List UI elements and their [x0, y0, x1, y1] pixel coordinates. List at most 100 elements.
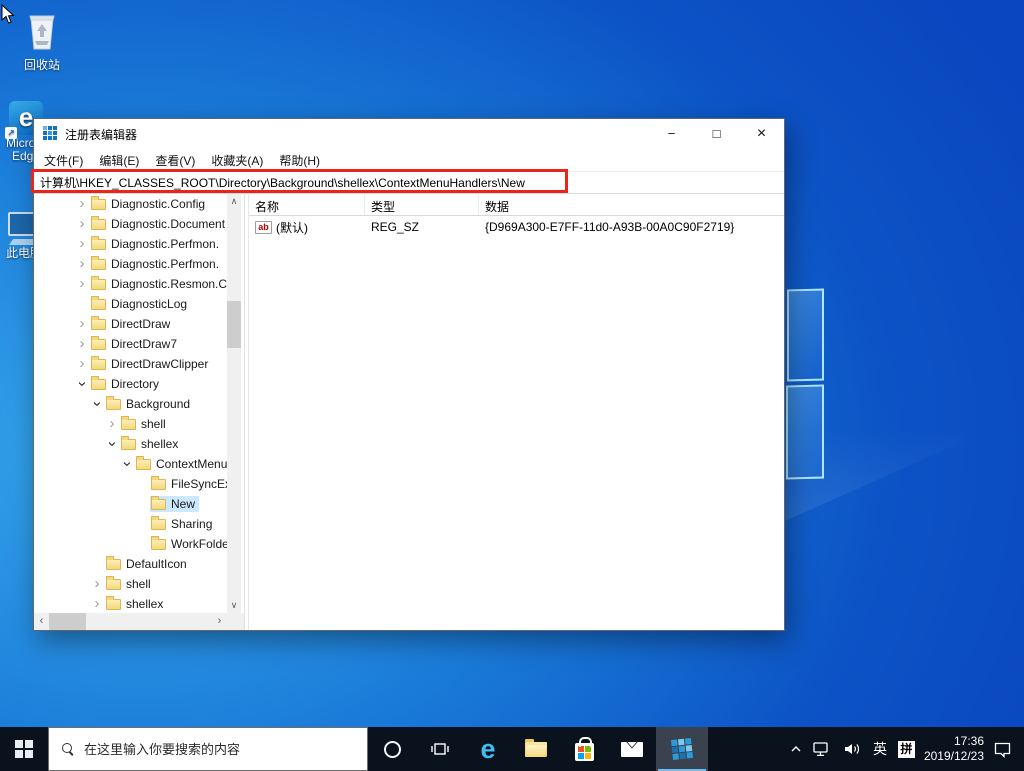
folder-icon — [91, 259, 106, 270]
tree-item-DirectDraw[interactable]: ›DirectDraw — [34, 314, 227, 334]
chevron-right-icon[interactable]: › — [89, 577, 105, 591]
taskbar-clock[interactable]: 17:36 2019/12/23 — [924, 734, 984, 764]
chevron-down-icon[interactable]: › — [75, 376, 89, 392]
regedit-window: 注册表编辑器 − □ × 文件(F)编辑(E)查看(V)收藏夹(A)帮助(H) … — [33, 118, 785, 631]
title-bar[interactable]: 注册表编辑器 − □ × — [34, 119, 784, 149]
menu-item-1[interactable]: 编辑(E) — [91, 152, 147, 169]
tree-item-label: DiagnosticLog — [111, 297, 187, 311]
taskbar-mail-button[interactable] — [608, 727, 656, 771]
chevron-right-icon[interactable]: › — [74, 217, 90, 231]
chevron-right-icon[interactable]: › — [74, 237, 90, 251]
tree-item-DirectDrawClipper[interactable]: ›DirectDrawClipper — [34, 354, 227, 374]
chevron-right-icon[interactable]: › — [74, 257, 90, 271]
tree-item-Diagnostic.Document[interactable]: ›Diagnostic.Document — [34, 214, 227, 234]
chevron-right-icon[interactable]: › — [74, 277, 90, 291]
tree-item-Sharing[interactable]: Sharing — [34, 514, 227, 534]
tree-item-Directory[interactable]: › Directory — [34, 374, 227, 394]
ime-mode-button[interactable]: 拼 — [896, 741, 917, 758]
tree-item-Diagnostic.Perfmon.[interactable]: ›Diagnostic.Perfmon. — [34, 254, 227, 274]
tree-item-DirectDraw7[interactable]: › DirectDraw7 — [34, 334, 227, 354]
taskbar-file-explorer-button[interactable] — [512, 727, 560, 771]
menu-item-2[interactable]: 查看(V) — [147, 152, 203, 169]
tree-item-Diagnostic.Resmon.C[interactable]: ›Diagnostic.Resmon.C — [34, 274, 227, 294]
volume-button[interactable] — [841, 742, 864, 756]
tree-item-Background[interactable]: ›Background — [34, 394, 227, 414]
tree-item-DiagnosticLog[interactable]: DiagnosticLog — [34, 294, 227, 314]
cortana-icon — [384, 741, 401, 758]
tree-item-New[interactable]: New — [34, 494, 227, 514]
wallpaper-logo-pane-top — [787, 289, 824, 382]
value-row[interactable]: ab(默认)REG_SZ{D969A300-E7FF-11d0-A93B-00A… — [249, 216, 784, 238]
tree-horizontal-scrollbar[interactable]: ‹ › — [34, 613, 227, 630]
tree-item-label: shell — [141, 417, 166, 431]
cortana-button[interactable] — [368, 727, 416, 771]
tree-item-shell[interactable]: › shell — [34, 414, 227, 434]
chevron-down-icon[interactable]: › — [90, 396, 104, 412]
menu-item-3[interactable]: 收藏夹(A) — [203, 152, 271, 169]
tray-expand-button[interactable] — [788, 745, 804, 753]
clock-time: 17:36 — [924, 734, 984, 749]
tree-item-FileSyncEx[interactable]: FileSyncEx — [34, 474, 227, 494]
task-view-button[interactable] — [416, 727, 464, 771]
tree-item-label: Directory — [111, 377, 159, 391]
scroll-left-icon[interactable]: ‹ — [34, 613, 49, 630]
system-tray: 英 拼 17:36 2019/12/23 — [788, 727, 1024, 771]
close-button[interactable]: × — [739, 119, 784, 149]
folder-icon — [121, 419, 136, 430]
scroll-up-icon[interactable]: ∧ — [227, 194, 241, 209]
tree-item-Diagnostic.Config[interactable]: ›Diagnostic.Config — [34, 194, 227, 214]
scroll-right-icon[interactable]: › — [212, 613, 227, 630]
scroll-down-icon[interactable]: ∨ — [227, 598, 241, 613]
tree-item-DefaultIcon[interactable]: DefaultIcon — [34, 554, 227, 574]
tree-item-label: Diagnostic.Perfmon. — [111, 237, 219, 251]
column-header-type[interactable]: 类型 — [365, 194, 479, 215]
menu-item-0[interactable]: 文件(F) — [36, 152, 91, 169]
tree-vertical-scrollbar[interactable]: ∧ ∨ — [227, 194, 241, 613]
folder-icon — [151, 539, 166, 550]
action-center-button[interactable] — [991, 741, 1014, 758]
tree-item-label: FileSyncEx — [171, 477, 227, 491]
chevron-right-icon[interactable]: › — [74, 357, 90, 371]
pinyin-ime-icon: 拼 — [898, 741, 915, 758]
folder-icon — [106, 599, 121, 610]
network-button[interactable] — [811, 742, 834, 757]
tree-item-ContextMenuHandlers[interactable]: › ContextMenuHandlers — [34, 454, 227, 474]
file-explorer-icon — [525, 742, 547, 757]
menu-item-4[interactable]: 帮助(H) — [271, 152, 328, 169]
taskbar-store-button[interactable] — [560, 727, 608, 771]
taskbar-regedit-button[interactable] — [656, 727, 708, 771]
taskbar-edge-button[interactable]: e — [464, 727, 512, 771]
address-path: 计算机\HKEY_CLASSES_ROOT\Directory\Backgrou… — [34, 174, 525, 191]
values-panel: 名称类型数据 ab(默认)REG_SZ{D969A300-E7FF-11d0-A… — [249, 194, 784, 630]
folder-icon — [91, 199, 106, 210]
chevron-right-icon[interactable]: › — [74, 317, 90, 331]
vertical-scroll-thumb[interactable] — [227, 301, 241, 348]
chevron-right-icon[interactable]: › — [104, 417, 120, 431]
chevron-right-icon[interactable]: › — [74, 337, 90, 351]
minimize-button[interactable]: − — [649, 119, 694, 149]
column-header-name[interactable]: 名称 — [249, 194, 365, 215]
desktop-icon-recycle-bin[interactable]: 回收站 — [14, 8, 70, 72]
tree-item-Diagnostic.Perfmon.[interactable]: › Diagnostic.Perfmon. — [34, 234, 227, 254]
tree-item-shellex[interactable]: ›shellex — [34, 594, 227, 614]
tree-item-shell[interactable]: ›shell — [34, 574, 227, 594]
chevron-right-icon[interactable]: › — [89, 597, 105, 611]
start-button[interactable] — [0, 727, 48, 771]
tree-item-WorkFolders[interactable]: WorkFolders — [34, 534, 227, 554]
maximize-button[interactable]: □ — [694, 119, 739, 149]
clock-date: 2019/12/23 — [924, 749, 984, 764]
column-header-data[interactable]: 数据 — [479, 194, 784, 215]
tree-item-label: ContextMenuHandlers — [156, 457, 227, 471]
chevron-right-icon[interactable]: › — [74, 197, 90, 211]
registry-tree: ›Diagnostic.Config›Diagnostic.Document›D… — [34, 194, 227, 614]
chevron-down-icon[interactable]: › — [120, 456, 134, 472]
tree-item-shellex[interactable]: ›shellex — [34, 434, 227, 454]
ime-language-button[interactable]: 英 — [871, 739, 889, 759]
search-input[interactable] — [84, 742, 344, 757]
chevron-down-icon[interactable]: › — [105, 436, 119, 452]
mail-icon — [621, 742, 643, 757]
taskbar-search[interactable] — [48, 727, 368, 771]
horizontal-scroll-thumb[interactable] — [49, 613, 86, 630]
tree-item-label: DirectDraw7 — [111, 337, 177, 351]
address-bar[interactable]: 计算机\HKEY_CLASSES_ROOT\Directory\Backgrou… — [34, 171, 784, 194]
